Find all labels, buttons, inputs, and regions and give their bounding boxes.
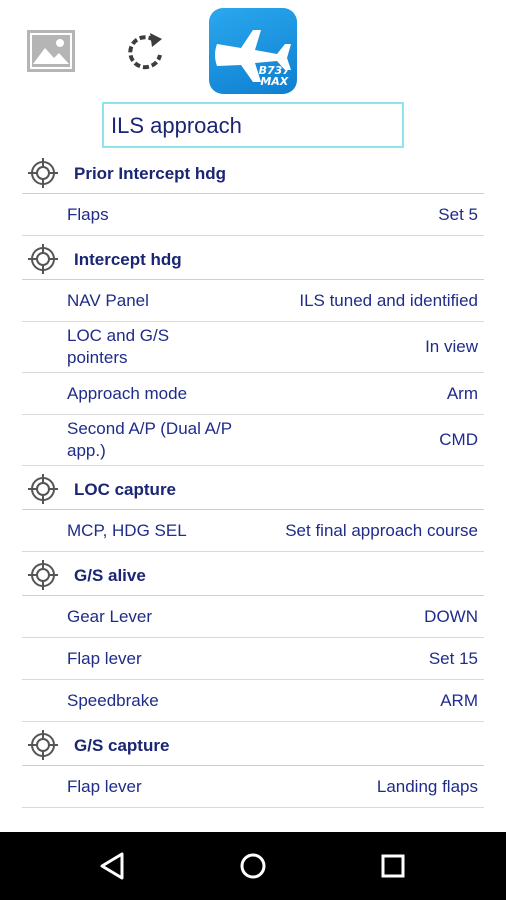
checklist-item[interactable]: NAV Panel ILS tuned and identified — [22, 280, 484, 322]
section-header-label: Intercept hdg — [74, 250, 182, 269]
item-value: CMD — [439, 430, 478, 449]
section-header-label: Prior Intercept hdg — [74, 164, 227, 183]
checklist-item[interactable]: Approach mode Arm — [22, 373, 484, 415]
checklist-item[interactable]: MCP, HDG SEL Set final approach course — [22, 510, 484, 552]
logo-text: B737 MAX — [258, 64, 290, 88]
item-label: LOC and G/S pointers — [67, 326, 170, 367]
crosshair-icon — [28, 474, 58, 504]
section-header[interactable]: G/S alive — [22, 552, 484, 596]
item-value: Set 15 — [428, 649, 478, 668]
checklist-item[interactable]: Flap lever Set 15 — [22, 638, 484, 680]
item-label: Flap lever — [67, 777, 142, 796]
item-label: Flap lever — [67, 649, 142, 668]
item-value: Arm — [446, 384, 478, 403]
item-label: Approach mode — [67, 384, 188, 403]
checklist-item[interactable]: Flaps Set 5 — [22, 194, 484, 236]
section-header[interactable]: LOC capture — [22, 466, 484, 510]
section-header[interactable]: G/S capture — [22, 722, 484, 766]
item-label: Speedbrake — [67, 691, 159, 710]
item-value: ILS tuned and identified — [299, 291, 478, 310]
item-value: Landing flaps — [376, 777, 478, 796]
item-label: MCP, HDG SEL — [67, 521, 187, 540]
item-value: ARM — [440, 691, 478, 710]
checklist-title-box[interactable]: ILS approach — [102, 102, 404, 148]
checklist-title: ILS approach — [111, 113, 242, 138]
refresh-icon[interactable] — [124, 30, 168, 74]
section-header[interactable]: Prior Intercept hdg — [22, 150, 484, 194]
section-header[interactable]: Intercept hdg — [22, 236, 484, 280]
section-header-label: G/S capture — [74, 736, 170, 755]
checklist-item[interactable]: Gear Lever DOWN — [22, 596, 484, 638]
app-logo: B737 MAX — [209, 8, 297, 94]
item-label: Gear Lever — [67, 607, 153, 626]
checklist-item[interactable]: Second A/P (Dual A/P app.) CMD — [22, 415, 484, 466]
system-navigation-bar — [0, 832, 506, 900]
item-value: Set 5 — [438, 205, 478, 224]
crosshair-icon — [28, 244, 58, 274]
crosshair-icon — [28, 560, 58, 590]
checklist-item[interactable]: LOC and G/S pointers In view — [22, 322, 484, 373]
item-label: Flaps — [67, 205, 109, 224]
item-label: NAV Panel — [67, 291, 149, 310]
crosshair-icon — [28, 158, 58, 188]
section-header-label: G/S alive — [74, 566, 146, 585]
checklist-item[interactable]: Flap lever Landing flaps — [22, 766, 484, 808]
checklist-item[interactable]: Speedbrake ARM — [22, 680, 484, 722]
image-gallery-icon[interactable] — [27, 30, 75, 72]
crosshair-icon — [28, 730, 58, 760]
recents-square-icon[interactable] — [373, 848, 413, 884]
item-value: DOWN — [424, 607, 478, 626]
item-value: Set final approach course — [285, 521, 478, 540]
item-label: Second A/P (Dual A/P app.) — [67, 419, 232, 460]
app-toolbar: B737 MAX — [0, 0, 506, 100]
back-triangle-icon[interactable] — [94, 848, 134, 884]
home-circle-icon[interactable] — [233, 848, 273, 884]
checklist: Prior Intercept hdg Flaps Set 5 Intercep… — [22, 150, 484, 808]
item-value: In view — [425, 337, 478, 356]
section-header-label: LOC capture — [74, 480, 177, 499]
